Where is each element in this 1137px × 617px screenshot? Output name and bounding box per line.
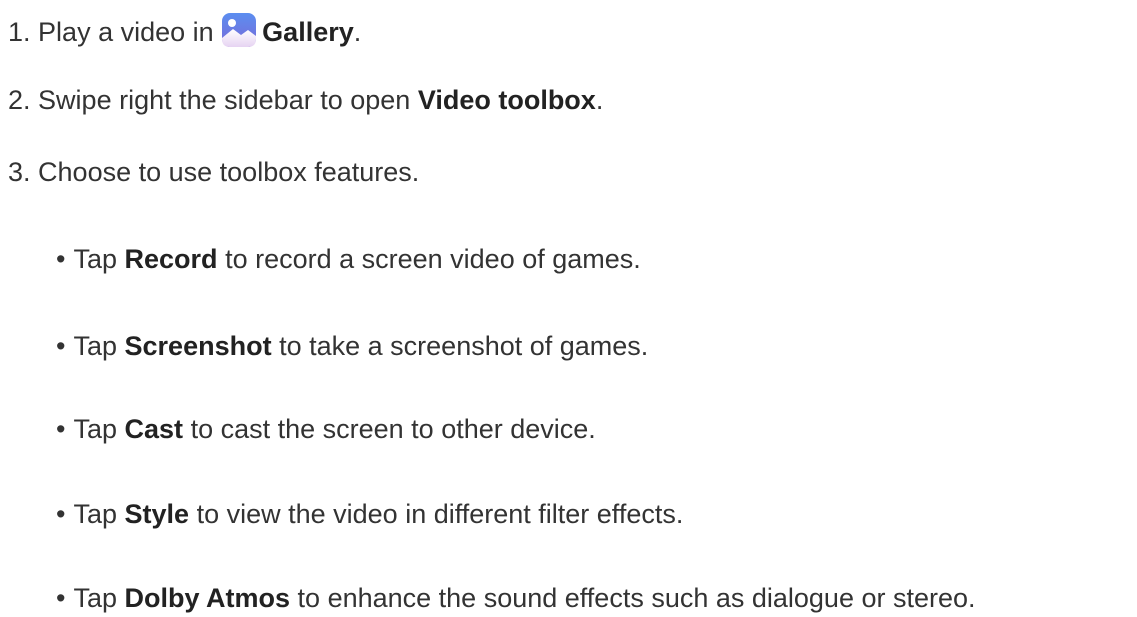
bullet: • xyxy=(56,583,66,613)
gallery-icon xyxy=(222,13,257,47)
step-text: Swipe right the sidebar to open xyxy=(38,85,411,115)
feature-name: Style xyxy=(124,499,190,529)
step-punct: . xyxy=(595,85,604,115)
step-3: 3. Choose to use toolbox features. xyxy=(8,156,419,188)
feature-video-toolbox: Video toolbox xyxy=(417,85,596,115)
step-number: 1. xyxy=(8,17,31,47)
step-1: 1. Play a video in Gallery. xyxy=(8,12,361,48)
feature-name: Dolby Atmos xyxy=(124,583,291,613)
step-number: 3. xyxy=(8,157,31,187)
feature-verb: Tap xyxy=(73,583,117,613)
bullet: • xyxy=(56,414,66,444)
feature-verb: Tap xyxy=(73,331,117,361)
feature-description: to record a screen video of games. xyxy=(225,244,641,274)
feature-verb: Tap xyxy=(73,499,117,529)
bullet: • xyxy=(56,244,66,274)
feature-description: to take a screenshot of games. xyxy=(279,331,649,361)
step-text: Choose to use toolbox features. xyxy=(38,157,420,187)
feature-verb: Tap xyxy=(73,414,117,444)
feature-item-dolby-atmos: • Tap Dolby Atmos to enhance the sound ef… xyxy=(56,582,976,614)
feature-name: Screenshot xyxy=(124,331,272,361)
feature-description: to cast the screen to other device. xyxy=(190,414,596,444)
feature-item-style: • Tap Style to view the video in differen… xyxy=(56,498,683,530)
step-2: 2. Swipe right the sidebar to open Video… xyxy=(8,84,603,116)
feature-description: to enhance the sound effects such as dia… xyxy=(297,583,976,613)
bullet: • xyxy=(56,331,66,361)
feature-item-record: • Tap Record to record a screen video of … xyxy=(56,243,641,275)
bullet: • xyxy=(56,499,66,529)
feature-description: to view the video in different filter ef… xyxy=(196,499,684,529)
app-name-gallery: Gallery xyxy=(262,17,354,47)
feature-verb: Tap xyxy=(73,244,117,274)
feature-name: Record xyxy=(124,244,218,274)
step-text: Play a video in xyxy=(38,17,214,47)
step-number: 2. xyxy=(8,85,31,115)
feature-name: Cast xyxy=(124,414,184,444)
step-punct: . xyxy=(353,17,362,47)
feature-item-screenshot: • Tap Screenshot to take a screenshot of … xyxy=(56,330,648,362)
feature-item-cast: • Tap Cast to cast the screen to other de… xyxy=(56,413,596,445)
